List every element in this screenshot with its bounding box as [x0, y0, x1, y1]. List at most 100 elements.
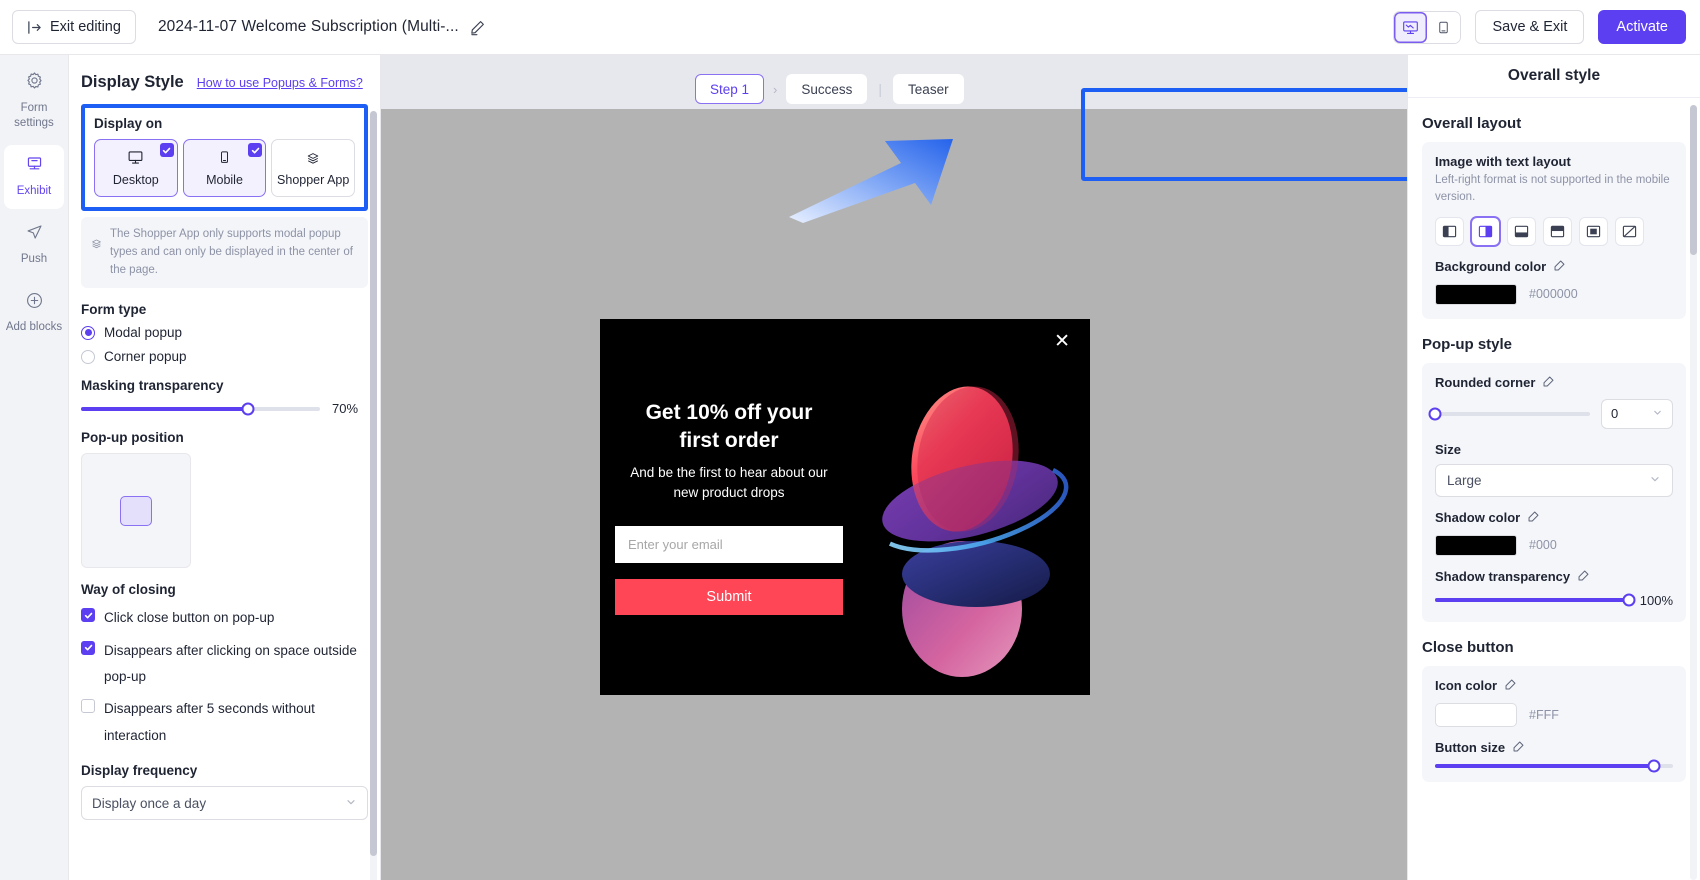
step-separator-icon: › [773, 81, 778, 97]
background-color-swatch[interactable] [1435, 283, 1517, 305]
image-with-text-layout-label: Image with text layout [1435, 154, 1571, 169]
close-button-card: Icon color #FFF Button size [1422, 665, 1686, 782]
display-frequency-select[interactable]: Display once a day [81, 786, 368, 820]
exit-editing-label: Exit editing [50, 19, 121, 35]
rounded-corner-control: 0 [1428, 398, 1673, 429]
rail-item-form-settings[interactable]: Form settings [4, 61, 64, 141]
display-frequency-value: Display once a day [92, 795, 207, 811]
exit-icon [27, 20, 42, 35]
shadow-transparency-value: 100% [1639, 592, 1673, 608]
closing-option-timeout[interactable]: Disappears after 5 seconds without inter… [81, 696, 368, 749]
shadow-color-swatch[interactable] [1435, 534, 1517, 556]
popup-preview[interactable]: Get 10% off your first order And be the … [600, 319, 1090, 695]
display-on-mobile-label: Mobile [206, 173, 243, 187]
image-center-layout-option[interactable] [1579, 216, 1608, 246]
reset-icon[interactable] [1504, 678, 1517, 694]
exhibit-icon [25, 155, 44, 180]
step-tab-step-1[interactable]: Step 1 [695, 74, 765, 104]
display-on-cards: Desktop Mobile Shopper App [94, 139, 356, 197]
image-with-text-layout-note: Left-right format is not supported in th… [1435, 174, 1670, 204]
panel-header: Display Style How to use Popups & Forms? [69, 55, 380, 100]
exit-editing-button[interactable]: Exit editing [12, 10, 136, 44]
closing-option-close-button[interactable]: Click close button on pop-up [81, 605, 368, 631]
mobile-preview-button[interactable] [1427, 11, 1461, 43]
slider-knob[interactable] [1428, 407, 1442, 420]
image-bottom-layout-option[interactable] [1543, 216, 1572, 246]
reset-icon[interactable] [1527, 510, 1540, 526]
masking-transparency-value: 70% [332, 401, 359, 417]
right-panel-scrollbar[interactable] [1690, 105, 1697, 880]
rounded-corner-label-row: Rounded corner [1435, 375, 1673, 391]
overall-style-title: Overall style [1408, 55, 1700, 98]
slider-knob[interactable] [1622, 593, 1636, 607]
preview-stage: Get 10% off your first order And be the … [381, 109, 1407, 880]
edit-title-button[interactable] [469, 19, 486, 36]
popup-style-section-title: Pop-up style [1422, 335, 1513, 353]
rounded-corner-value: 0 [1611, 406, 1619, 421]
shadow-transparency-slider[interactable] [1435, 593, 1636, 607]
popup-text-column: Get 10% off your first order And be the … [600, 319, 858, 695]
chevron-down-icon [1652, 406, 1663, 421]
chevron-down-icon [345, 796, 357, 811]
size-select[interactable]: Large [1435, 463, 1673, 497]
masking-transparency-label: Masking transparency [81, 378, 224, 394]
scrollbar-thumb[interactable] [370, 111, 377, 856]
popup-heading[interactable]: Get 10% off your first order [626, 399, 832, 455]
slider-knob[interactable] [1647, 759, 1661, 772]
display-on-desktop-label: Desktop [112, 173, 159, 187]
closing-option-close-button-label: Click close button on pop-up [104, 610, 275, 626]
save-and-exit-button[interactable]: Save & Exit [1475, 10, 1585, 44]
rail-item-push[interactable]: Push [4, 213, 64, 277]
step-tab-success[interactable]: Success [786, 74, 868, 104]
rail-label-form-settings: Form settings [14, 101, 54, 130]
reset-icon[interactable] [1542, 375, 1555, 391]
masking-transparency-slider[interactable] [81, 402, 320, 416]
icon-color-hex: #FFF [1529, 707, 1559, 722]
slider-knob[interactable] [241, 402, 255, 416]
mobile-icon [217, 149, 232, 169]
image-top-layout-option[interactable] [1507, 216, 1536, 246]
image-right-layout-option[interactable] [1471, 216, 1500, 246]
how-to-use-link[interactable]: How to use Popups & Forms? [197, 76, 363, 90]
popup-position-grid [81, 453, 191, 569]
document-title: 2024-11-07 Welcome Subscription (Multi-.… [157, 18, 459, 35]
reset-icon[interactable] [1577, 569, 1590, 585]
button-size-slider[interactable] [1435, 759, 1673, 772]
radio-icon [81, 325, 95, 340]
form-type-corner-popup[interactable]: Corner popup [81, 349, 368, 364]
step-tabs: Step 1 › Success | Teaser [695, 55, 1407, 109]
shopper-app-icon [305, 150, 321, 169]
rail-item-add-blocks[interactable]: Add blocks [4, 281, 64, 345]
display-frequency-label: Display frequency [81, 763, 198, 778]
display-on-mobile-card[interactable]: Mobile [182, 139, 267, 197]
display-on-group: Display on Desktop Mobile Shopper App [81, 104, 368, 211]
shadow-color-label: Shadow color [1435, 510, 1521, 525]
left-icon-rail: Form settings Exhibit Push Add blocks [0, 55, 69, 880]
rounded-corner-select[interactable]: 0 [1601, 398, 1673, 429]
popup-email-input[interactable]: Enter your email [615, 525, 843, 563]
form-type-modal-popup[interactable]: Modal popup [81, 325, 368, 340]
popup-position-center-cell[interactable] [120, 495, 152, 526]
background-color-row: #000000 [1435, 283, 1673, 305]
display-on-shopper-app-card[interactable]: Shopper App [271, 139, 356, 197]
popup-submit-button[interactable]: Submit [615, 578, 843, 615]
reset-icon[interactable] [1512, 740, 1525, 756]
icon-color-swatch[interactable] [1435, 702, 1517, 727]
rounded-corner-slider[interactable] [1428, 407, 1590, 420]
reset-icon[interactable] [1553, 259, 1566, 275]
no-image-layout-option[interactable] [1615, 216, 1644, 246]
popup-subtext[interactable]: And be the first to hear about our new p… [626, 463, 832, 504]
rail-label-exhibit: Exhibit [16, 185, 52, 198]
popup-close-button[interactable]: ✕ [1054, 332, 1070, 351]
closing-option-outside-click[interactable]: Disappears after clicking on space outsi… [81, 638, 368, 691]
display-on-desktop-card[interactable]: Desktop [94, 139, 178, 197]
step-tab-teaser[interactable]: Teaser [893, 74, 964, 104]
image-left-layout-option[interactable] [1435, 216, 1464, 246]
left-panel-scrollbar[interactable] [370, 111, 377, 880]
activate-button[interactable]: Activate [1598, 10, 1686, 44]
display-on-label: Display on [94, 116, 163, 131]
rail-item-exhibit[interactable]: Exhibit [4, 144, 64, 209]
scrollbar-thumb[interactable] [1690, 105, 1697, 255]
desktop-preview-button[interactable] [1394, 11, 1428, 43]
layout-options [1435, 216, 1673, 246]
